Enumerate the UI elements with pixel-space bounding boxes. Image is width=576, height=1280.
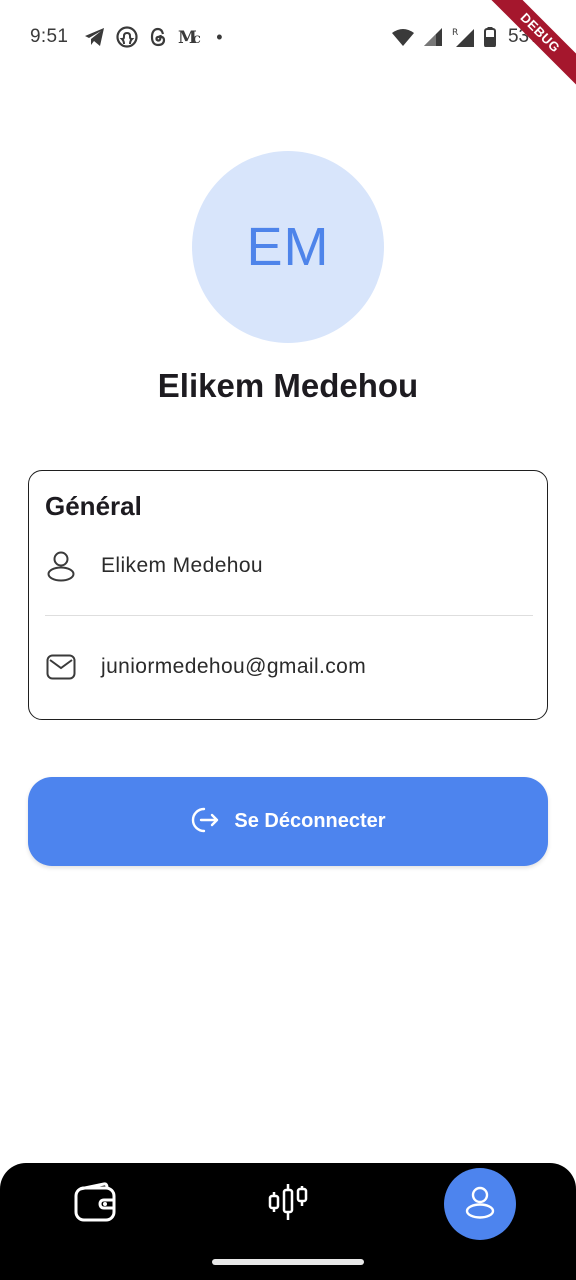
nav-profile[interactable] [444, 1168, 516, 1240]
name-row: Elikem Medehou [45, 544, 533, 588]
home-indicator[interactable] [212, 1259, 364, 1265]
candlestick-chart-icon [267, 1182, 309, 1227]
nav-wallet[interactable] [60, 1168, 132, 1240]
battery-icon [483, 27, 496, 47]
battery-percent: 53% [507, 26, 546, 47]
more-notifications-dot: • [216, 26, 223, 47]
email-row: juniormedehou@gmail.com [45, 645, 533, 689]
logout-button[interactable]: Se Déconnecter [28, 777, 548, 866]
avatar: EM [192, 151, 384, 343]
svg-text:c: c [193, 31, 201, 46]
logout-label: Se Déconnecter [234, 810, 386, 832]
signal-icon [423, 28, 442, 46]
svg-text:R: R [452, 28, 458, 38]
person-icon [45, 550, 77, 582]
logout-icon [190, 806, 220, 837]
email-value: juniormedehou@gmail.com [101, 655, 367, 678]
bottom-nav [0, 1163, 576, 1280]
profile-screen: 9:51 Mc • R 53% DEBUG EM Elikem Medehou … [0, 0, 576, 1280]
telegram-icon [84, 27, 106, 47]
status-left: 9:51 Mc • [30, 26, 223, 48]
status-bar: 9:51 Mc • R 53% [0, 0, 576, 74]
status-time: 9:51 [30, 26, 69, 47]
signal-roaming-icon: R [452, 27, 474, 47]
profile-name: Elikem Medehou [157, 367, 419, 404]
general-card: Général Elikem Medehou juniormedehou@gma… [28, 470, 548, 720]
mail-icon [45, 651, 77, 683]
general-card-title: Général [45, 491, 142, 521]
medium-icon: Mc [178, 28, 202, 46]
status-right: R 53% [391, 26, 546, 48]
avatar-initials: EM [246, 217, 330, 277]
github-icon [116, 26, 138, 48]
profile-icon [464, 1185, 496, 1224]
card-divider [45, 615, 533, 616]
wallet-icon [74, 1181, 118, 1227]
wifi-icon [391, 28, 414, 46]
name-value: Elikem Medehou [101, 554, 264, 577]
nav-market[interactable] [252, 1168, 324, 1240]
threads-icon [148, 26, 168, 48]
